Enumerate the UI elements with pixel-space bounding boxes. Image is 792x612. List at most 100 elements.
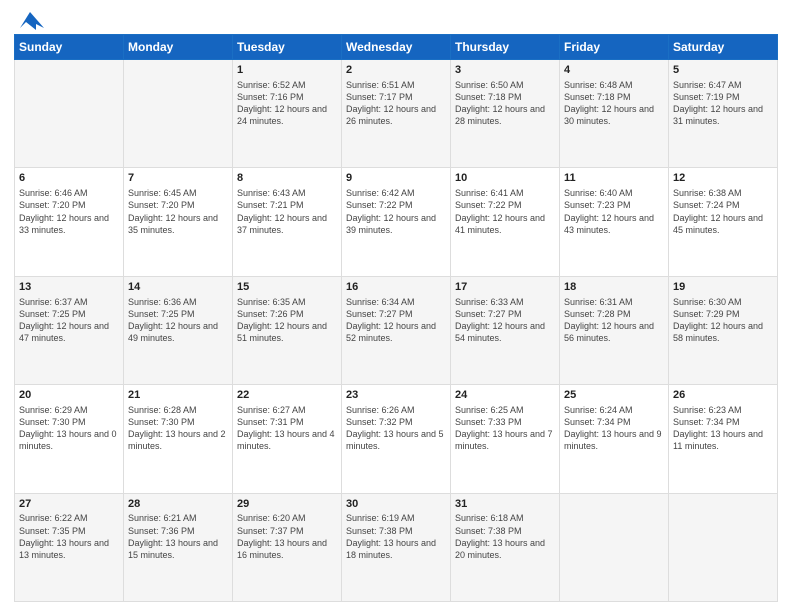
day-info: Sunrise: 6:22 AMSunset: 7:35 PMDaylight:… xyxy=(19,512,119,561)
calendar-cell: 7Sunrise: 6:45 AMSunset: 7:20 PMDaylight… xyxy=(124,168,233,276)
day-number: 27 xyxy=(19,497,119,512)
day-info: Sunrise: 6:38 AMSunset: 7:24 PMDaylight:… xyxy=(673,187,773,236)
day-info: Sunrise: 6:30 AMSunset: 7:29 PMDaylight:… xyxy=(673,296,773,345)
calendar-cell: 2Sunrise: 6:51 AMSunset: 7:17 PMDaylight… xyxy=(342,60,451,168)
day-number: 21 xyxy=(128,388,228,403)
day-number: 18 xyxy=(564,280,664,295)
day-info: Sunrise: 6:46 AMSunset: 7:20 PMDaylight:… xyxy=(19,187,119,236)
calendar-cell: 14Sunrise: 6:36 AMSunset: 7:25 PMDayligh… xyxy=(124,276,233,384)
day-number: 14 xyxy=(128,280,228,295)
calendar-cell: 26Sunrise: 6:23 AMSunset: 7:34 PMDayligh… xyxy=(669,385,778,493)
day-number: 26 xyxy=(673,388,773,403)
day-number: 11 xyxy=(564,171,664,186)
day-number: 23 xyxy=(346,388,446,403)
day-info: Sunrise: 6:37 AMSunset: 7:25 PMDaylight:… xyxy=(19,296,119,345)
day-info: Sunrise: 6:24 AMSunset: 7:34 PMDaylight:… xyxy=(564,404,664,453)
calendar-cell: 6Sunrise: 6:46 AMSunset: 7:20 PMDaylight… xyxy=(15,168,124,276)
day-number: 1 xyxy=(237,63,337,78)
calendar-cell: 29Sunrise: 6:20 AMSunset: 7:37 PMDayligh… xyxy=(233,493,342,601)
day-info: Sunrise: 6:40 AMSunset: 7:23 PMDaylight:… xyxy=(564,187,664,236)
day-number: 30 xyxy=(346,497,446,512)
calendar-cell: 12Sunrise: 6:38 AMSunset: 7:24 PMDayligh… xyxy=(669,168,778,276)
calendar-cell: 4Sunrise: 6:48 AMSunset: 7:18 PMDaylight… xyxy=(560,60,669,168)
calendar-cell: 22Sunrise: 6:27 AMSunset: 7:31 PMDayligh… xyxy=(233,385,342,493)
calendar-cell: 15Sunrise: 6:35 AMSunset: 7:26 PMDayligh… xyxy=(233,276,342,384)
calendar-cell: 9Sunrise: 6:42 AMSunset: 7:22 PMDaylight… xyxy=(342,168,451,276)
day-number: 16 xyxy=(346,280,446,295)
day-number: 2 xyxy=(346,63,446,78)
day-info: Sunrise: 6:28 AMSunset: 7:30 PMDaylight:… xyxy=(128,404,228,453)
weekday-header-tuesday: Tuesday xyxy=(233,35,342,60)
day-number: 20 xyxy=(19,388,119,403)
day-info: Sunrise: 6:41 AMSunset: 7:22 PMDaylight:… xyxy=(455,187,555,236)
calendar-week-row: 20Sunrise: 6:29 AMSunset: 7:30 PMDayligh… xyxy=(15,385,778,493)
day-info: Sunrise: 6:45 AMSunset: 7:20 PMDaylight:… xyxy=(128,187,228,236)
calendar-cell: 3Sunrise: 6:50 AMSunset: 7:18 PMDaylight… xyxy=(451,60,560,168)
calendar-table: SundayMondayTuesdayWednesdayThursdayFrid… xyxy=(14,34,778,602)
day-number: 28 xyxy=(128,497,228,512)
calendar-cell: 23Sunrise: 6:26 AMSunset: 7:32 PMDayligh… xyxy=(342,385,451,493)
weekday-header-wednesday: Wednesday xyxy=(342,35,451,60)
day-info: Sunrise: 6:27 AMSunset: 7:31 PMDaylight:… xyxy=(237,404,337,453)
day-info: Sunrise: 6:19 AMSunset: 7:38 PMDaylight:… xyxy=(346,512,446,561)
weekday-header-monday: Monday xyxy=(124,35,233,60)
calendar-week-row: 6Sunrise: 6:46 AMSunset: 7:20 PMDaylight… xyxy=(15,168,778,276)
day-info: Sunrise: 6:43 AMSunset: 7:21 PMDaylight:… xyxy=(237,187,337,236)
calendar-cell: 21Sunrise: 6:28 AMSunset: 7:30 PMDayligh… xyxy=(124,385,233,493)
calendar-cell: 31Sunrise: 6:18 AMSunset: 7:38 PMDayligh… xyxy=(451,493,560,601)
day-info: Sunrise: 6:31 AMSunset: 7:28 PMDaylight:… xyxy=(564,296,664,345)
calendar-cell: 5Sunrise: 6:47 AMSunset: 7:19 PMDaylight… xyxy=(669,60,778,168)
day-number: 22 xyxy=(237,388,337,403)
calendar-cell: 17Sunrise: 6:33 AMSunset: 7:27 PMDayligh… xyxy=(451,276,560,384)
day-number: 25 xyxy=(564,388,664,403)
day-number: 29 xyxy=(237,497,337,512)
calendar-cell: 27Sunrise: 6:22 AMSunset: 7:35 PMDayligh… xyxy=(15,493,124,601)
calendar-week-row: 27Sunrise: 6:22 AMSunset: 7:35 PMDayligh… xyxy=(15,493,778,601)
weekday-header-row: SundayMondayTuesdayWednesdayThursdayFrid… xyxy=(15,35,778,60)
calendar-cell: 25Sunrise: 6:24 AMSunset: 7:34 PMDayligh… xyxy=(560,385,669,493)
calendar-cell xyxy=(669,493,778,601)
day-info: Sunrise: 6:25 AMSunset: 7:33 PMDaylight:… xyxy=(455,404,555,453)
weekday-header-saturday: Saturday xyxy=(669,35,778,60)
day-info: Sunrise: 6:20 AMSunset: 7:37 PMDaylight:… xyxy=(237,512,337,561)
logo xyxy=(14,10,44,28)
calendar-week-row: 13Sunrise: 6:37 AMSunset: 7:25 PMDayligh… xyxy=(15,276,778,384)
calendar-cell: 18Sunrise: 6:31 AMSunset: 7:28 PMDayligh… xyxy=(560,276,669,384)
day-number: 17 xyxy=(455,280,555,295)
day-number: 10 xyxy=(455,171,555,186)
calendar-cell: 24Sunrise: 6:25 AMSunset: 7:33 PMDayligh… xyxy=(451,385,560,493)
calendar-cell: 13Sunrise: 6:37 AMSunset: 7:25 PMDayligh… xyxy=(15,276,124,384)
day-info: Sunrise: 6:52 AMSunset: 7:16 PMDaylight:… xyxy=(237,79,337,128)
calendar-cell: 19Sunrise: 6:30 AMSunset: 7:29 PMDayligh… xyxy=(669,276,778,384)
day-info: Sunrise: 6:48 AMSunset: 7:18 PMDaylight:… xyxy=(564,79,664,128)
calendar-cell xyxy=(124,60,233,168)
day-info: Sunrise: 6:21 AMSunset: 7:36 PMDaylight:… xyxy=(128,512,228,561)
day-number: 31 xyxy=(455,497,555,512)
day-number: 12 xyxy=(673,171,773,186)
day-number: 19 xyxy=(673,280,773,295)
calendar-cell xyxy=(560,493,669,601)
calendar-cell: 20Sunrise: 6:29 AMSunset: 7:30 PMDayligh… xyxy=(15,385,124,493)
weekday-header-thursday: Thursday xyxy=(451,35,560,60)
day-number: 4 xyxy=(564,63,664,78)
calendar-cell: 28Sunrise: 6:21 AMSunset: 7:36 PMDayligh… xyxy=(124,493,233,601)
logo-icon xyxy=(16,10,44,32)
calendar-cell: 30Sunrise: 6:19 AMSunset: 7:38 PMDayligh… xyxy=(342,493,451,601)
day-info: Sunrise: 6:29 AMSunset: 7:30 PMDaylight:… xyxy=(19,404,119,453)
day-number: 5 xyxy=(673,63,773,78)
day-number: 15 xyxy=(237,280,337,295)
day-number: 9 xyxy=(346,171,446,186)
day-info: Sunrise: 6:26 AMSunset: 7:32 PMDaylight:… xyxy=(346,404,446,453)
calendar-week-row: 1Sunrise: 6:52 AMSunset: 7:16 PMDaylight… xyxy=(15,60,778,168)
day-number: 7 xyxy=(128,171,228,186)
calendar-cell xyxy=(15,60,124,168)
day-number: 13 xyxy=(19,280,119,295)
calendar-cell: 10Sunrise: 6:41 AMSunset: 7:22 PMDayligh… xyxy=(451,168,560,276)
day-info: Sunrise: 6:23 AMSunset: 7:34 PMDaylight:… xyxy=(673,404,773,453)
calendar-cell: 16Sunrise: 6:34 AMSunset: 7:27 PMDayligh… xyxy=(342,276,451,384)
day-info: Sunrise: 6:34 AMSunset: 7:27 PMDaylight:… xyxy=(346,296,446,345)
day-info: Sunrise: 6:36 AMSunset: 7:25 PMDaylight:… xyxy=(128,296,228,345)
calendar-cell: 8Sunrise: 6:43 AMSunset: 7:21 PMDaylight… xyxy=(233,168,342,276)
day-number: 3 xyxy=(455,63,555,78)
header xyxy=(14,10,778,28)
